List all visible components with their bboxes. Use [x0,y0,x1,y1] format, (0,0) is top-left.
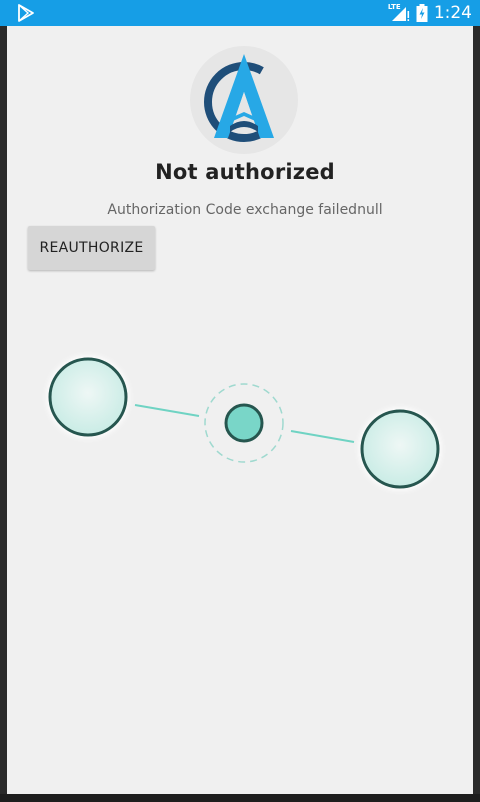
device-frame: LTE 1:24 Not authorized Authorization Co… [0,0,480,802]
connector-line-left [134,404,200,417]
left-node [48,357,128,437]
status-bar: LTE 1:24 [0,0,480,26]
center-node [224,403,264,443]
right-node [360,409,440,489]
node-animation [47,356,441,490]
status-icons: LTE 1:24 [388,0,472,26]
status-clock: 1:24 [433,3,472,23]
cell-signal-icon: LTE [388,3,410,22]
battery-charging-icon [416,4,428,22]
connector-line-right [290,430,355,443]
play-store-icon [18,4,34,22]
app-screen: Not authorized Authorization Code exchan… [7,26,473,794]
bottom-edge [0,794,480,802]
